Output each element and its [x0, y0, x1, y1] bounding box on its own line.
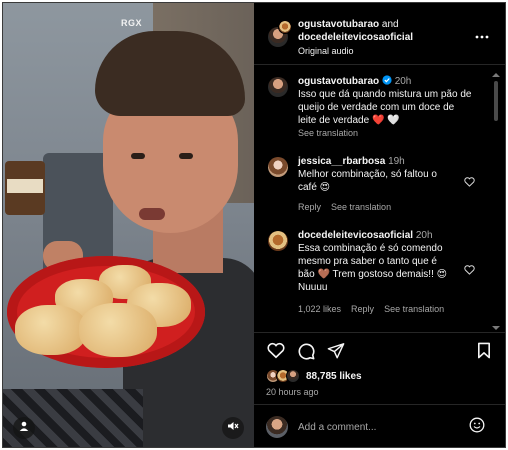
comment-text-line: Nuuuu [298, 282, 328, 293]
comment-see-translation[interactable]: See translation [384, 304, 444, 314]
share-button[interactable] [326, 342, 346, 365]
verified-badge-icon [382, 75, 392, 89]
coauthor-username[interactable]: docedeleitevicosaoficial [298, 31, 413, 44]
scroll-down-arrow-icon[interactable] [492, 326, 500, 330]
coauthor-avatar[interactable] [278, 20, 292, 34]
comments-scrollbar[interactable] [492, 73, 500, 330]
and-text: and [381, 19, 399, 30]
post-time-ago: 20 hours ago [266, 387, 319, 397]
more-horizontal-icon [475, 26, 489, 44]
save-button[interactable] [474, 342, 494, 364]
comment-text-line: bão 🤎 Trem gostoso demais!! 😍 [298, 269, 448, 280]
user-icon [18, 419, 30, 437]
comment-avatar[interactable] [268, 231, 288, 251]
original-audio-link[interactable]: Original audio [298, 45, 354, 58]
speech-bubble-icon [297, 342, 315, 365]
comment-text-line: mesmo pra saber o tanto que é [298, 256, 437, 267]
heart-outline-icon [267, 342, 285, 364]
video-watermark: RGX [121, 18, 143, 28]
comments-list[interactable]: ogustavotubarao 20h Isso que dá quando m… [254, 65, 505, 332]
video-jar-label [7, 179, 43, 193]
likes-count[interactable]: 88,785 likes [306, 370, 362, 383]
comment-see-translation[interactable]: See translation [331, 202, 391, 212]
smiley-icon [469, 417, 485, 438]
caption-username[interactable]: ogustavotubarao [298, 76, 379, 87]
current-user-avatar [266, 416, 288, 438]
add-comment-input[interactable] [298, 418, 458, 436]
heart-outline-icon [463, 262, 475, 280]
post-header: ogustavotubarao and docedeleitevicosaofi… [254, 3, 505, 65]
comment-text-line: Essa combinação é só comendo [298, 243, 443, 254]
video-mouth [139, 208, 165, 220]
more-options-button[interactable] [472, 28, 492, 42]
video-eye-left [131, 153, 145, 159]
speaker-muted-icon [227, 419, 239, 437]
video-eye-right [179, 153, 193, 159]
comment-like-button[interactable] [462, 176, 476, 190]
caption-time: 20h [394, 76, 412, 87]
instagram-reel-window: RGX ogustavotubarao and docedeleitevicos… [2, 2, 506, 448]
heart-outline-icon [463, 174, 475, 192]
paper-plane-icon [327, 342, 345, 365]
comment-time: 19h [388, 156, 405, 167]
scrollbar-thumb[interactable] [494, 81, 498, 121]
caption-text-line: Isso que dá quando mistura um pão de [298, 89, 472, 100]
comment-composer [254, 404, 505, 447]
caption-avatar[interactable] [268, 77, 288, 97]
liker-avatar [286, 369, 300, 383]
caption-text-line: leite de verdade ❤️ 🤍 [298, 115, 400, 126]
comment-username[interactable]: jessica__rbarbosa [298, 156, 385, 167]
comment-time: 20h [415, 230, 433, 241]
reel-video[interactable]: RGX [3, 3, 254, 447]
comment-likes-count[interactable]: 1,022 likes [298, 304, 341, 314]
post-actions: 88,785 likes 20 hours ago [254, 332, 505, 404]
mute-button[interactable] [222, 417, 244, 439]
comment-username[interactable]: docedeleitevicosaoficial [298, 230, 413, 241]
comment-text-line: café 😍 [298, 182, 331, 193]
comment-reply-button[interactable]: Reply [298, 202, 321, 212]
comment-text-line: Melhor combinação, só faltou o [298, 169, 437, 180]
scroll-up-arrow-icon[interactable] [492, 73, 500, 77]
caption-text-line: queijo de verdade com um doce de [298, 102, 455, 113]
bookmark-icon [477, 342, 491, 364]
like-button[interactable] [266, 342, 286, 364]
comments-panel: ogustavotubarao and docedeleitevicosaofi… [254, 3, 505, 447]
caption-see-translation[interactable]: See translation [298, 127, 358, 140]
comment-like-button[interactable] [462, 264, 476, 278]
emoji-button[interactable] [468, 417, 486, 438]
comment-reply-button[interactable]: Reply [351, 304, 374, 314]
comment-avatar[interactable] [268, 157, 288, 177]
comment-button[interactable] [296, 343, 316, 363]
author-username[interactable]: ogustavotubarao [298, 19, 379, 30]
video-bread [79, 303, 157, 357]
profile-tag-button[interactable] [13, 417, 35, 439]
video-bread [15, 305, 87, 355]
